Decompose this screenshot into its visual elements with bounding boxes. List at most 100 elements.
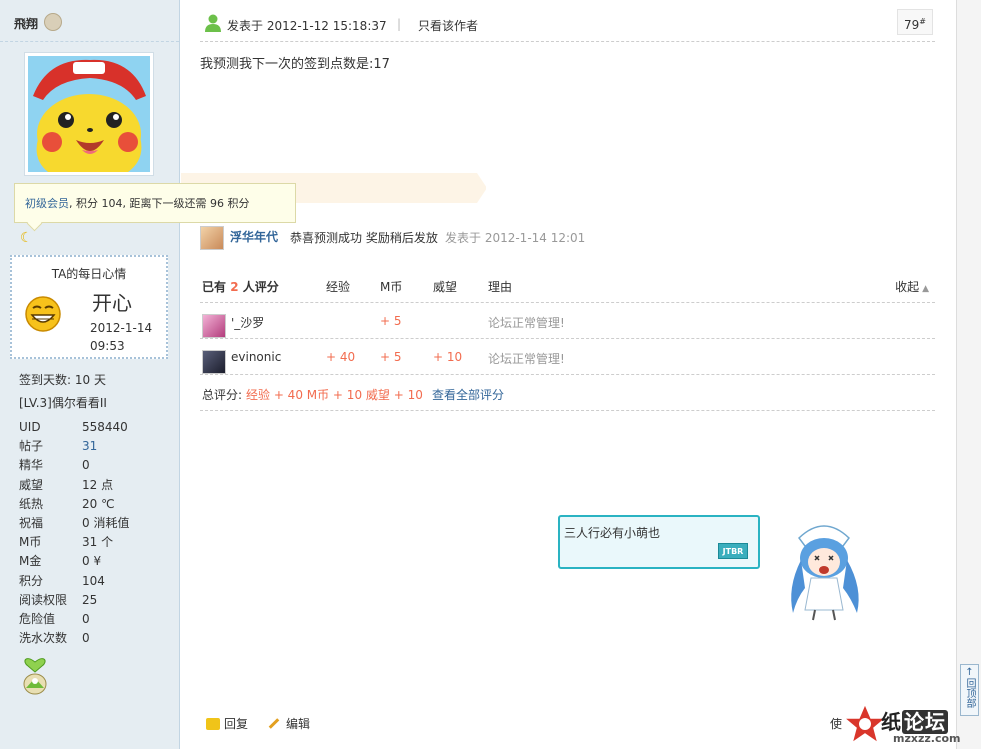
stat-key: 积分 [19, 573, 44, 588]
stat-key: 危险值 [19, 611, 56, 626]
rating-row: evinonic + 40 + 5 + 10 论坛正常管理! [200, 339, 935, 375]
rater-avatar[interactable] [202, 350, 226, 374]
level-name[interactable]: 初级会员 [25, 197, 69, 210]
use-link[interactable]: 使 [830, 715, 842, 732]
posts-count-link[interactable]: 31 [82, 437, 97, 456]
reply-icon [206, 718, 220, 730]
watermark-logo-a: 纸 [881, 710, 902, 734]
stat-value: 0 [82, 631, 90, 646]
post-footer: 回复 编辑 使 [200, 705, 935, 745]
rating-count: 2 [230, 280, 239, 294]
user-sidebar: 飛翔 初级会员, 积分 104, 距离下一级还需 96 积分 ☾ TA的每日心情 [0, 0, 296, 749]
stat-value: 0 [82, 611, 90, 626]
user-stats: UID 558440 帖子 31 精华 0 威望 12 点 纸热 20 ℃ 祝福 0 消耗值… [19, 418, 169, 648]
rate-prestige: + 10 [433, 350, 463, 364]
rate-reason: 论坛正常管理! [488, 316, 565, 330]
stat-value: 12 点 [82, 477, 114, 492]
smiley-face-icon [25, 296, 61, 332]
avatar[interactable] [24, 52, 154, 176]
stat-value: 25 [82, 592, 98, 607]
stat-key: M币 [19, 535, 42, 550]
reply-label: 回复 [224, 717, 249, 731]
daily-mood-box: TA的每日心情 开心 2012-1-14 09:53 [10, 255, 168, 359]
rating-total-row: 总评分: 经验 + 40 M币 + 10 威望 + 10 查看全部评分 [200, 375, 935, 411]
medal-icon [44, 13, 62, 31]
comment-author-link[interactable]: 浮华年代 [230, 228, 278, 245]
col-exp: 经验 [326, 280, 351, 294]
collapse-link[interactable]: 收起 ▲ [895, 278, 929, 295]
post-header: 发表于 2012-1-12 15:18:37 | 只看该作者 79# [200, 0, 935, 42]
stat-row: 精华 0 [19, 456, 169, 475]
comment-timestamp: 发表于 2012-1-14 12:01 [445, 231, 586, 245]
rater-avatar[interactable] [202, 314, 226, 338]
stat-key: 纸热 [19, 496, 44, 511]
signature-stamp: JTBR [718, 543, 748, 559]
stat-key: 洗水次数 [19, 631, 68, 646]
stat-row: 纸热 20 ℃ [19, 495, 169, 514]
comment-avatar[interactable] [200, 226, 224, 250]
heart-badge-icon[interactable] [20, 648, 50, 696]
level-progress-text: , 积分 104, 距离下一级还需 96 积分 [69, 197, 250, 210]
rating-table: 已有 2 人评分 经验 M币 威望 理由 收起 ▲ '_沙罗 + 5 论坛正常管理… [200, 267, 935, 411]
watermark-logo-b: 论坛 [902, 710, 948, 734]
sign-days: 签到天数: 10 天 [19, 373, 106, 387]
rate-exp: + 40 [326, 350, 356, 364]
rater-name[interactable]: evinonic [231, 350, 281, 364]
mood-text: 开心 [92, 291, 132, 315]
stat-value: 0 ¥ [82, 554, 102, 569]
comment-text: 恭喜预测成功 奖励稍后发放 [290, 231, 438, 245]
mood-clock: 09:53 [90, 339, 125, 353]
post-area: 发表于 2012-1-12 15:18:37 | 只看该作者 79# 我预测我下… [181, 0, 956, 749]
stat-row: 危险值 0 [19, 610, 169, 629]
stat-value: 558440 [82, 420, 128, 434]
stat-row: 威望 12 点 [19, 476, 169, 495]
rating-title-post: 人评分 [238, 280, 279, 294]
moon-icon: ☾ [20, 230, 33, 246]
pikachu-avatar-image [28, 56, 150, 172]
stat-value: 104 [82, 573, 105, 588]
stat-key: 帖子 [19, 439, 44, 454]
level-tooltip: 初级会员, 积分 104, 距离下一级还需 96 积分 [14, 183, 296, 223]
mood-date: 2012-1-14 [90, 321, 153, 335]
username-link[interactable]: 飛翔 [14, 15, 38, 32]
rate-mcoin: + 5 [380, 350, 402, 364]
stat-row: UID 558440 [19, 418, 169, 437]
stat-key: 祝福 [19, 515, 44, 530]
signature-text: 三人行必有小萌也 [564, 526, 661, 540]
col-mcoin: M币 [380, 280, 403, 294]
mood-title: TA的每日心情 [51, 267, 127, 281]
stat-value: 20 ℃ [82, 496, 115, 511]
rating-title: 已有 2 人评分 [202, 278, 279, 295]
stat-key: 威望 [19, 477, 44, 492]
mood-timestamp: 2012-1-14 09:53 [90, 319, 160, 355]
stat-key: UID [19, 420, 41, 434]
stat-row: 积分 104 [19, 572, 169, 591]
view-all-ratings-link[interactable]: 查看全部评分 [432, 386, 504, 403]
rating-header-row: 已有 2 人评分 经验 M币 威望 理由 收起 ▲ [200, 267, 935, 303]
divider: | [397, 17, 402, 31]
rater-name[interactable]: '_沙罗 [231, 314, 264, 331]
post-content: 我预测我下一次的签到点数是:17 [200, 57, 390, 72]
watermark-url: mzxzz.com [893, 732, 961, 745]
collapse-label: 收起 [895, 280, 920, 294]
reply-button[interactable]: 回复 [206, 715, 248, 732]
stat-key: 精华 [19, 458, 44, 473]
squid-girl-image [791, 525, 859, 621]
watermark-logo-text: 纸论坛 [881, 706, 948, 735]
stat-value: 31 个 [82, 535, 114, 550]
total-values: 经验 + 40 M币 + 10 威望 + 10 [246, 388, 423, 402]
level-title: [LV.3]偶尔看看II [19, 396, 107, 410]
post-timestamp: 发表于 2012-1-12 15:18:37 [227, 19, 387, 33]
stat-key: 阅读权限 [19, 592, 68, 607]
edit-button[interactable]: 编辑 [268, 715, 310, 732]
stat-key: M金 [19, 554, 42, 569]
rate-reason: 论坛正常管理! [488, 352, 565, 366]
only-author-link[interactable]: 只看该作者 [418, 17, 478, 34]
page-scroll-edge [956, 0, 981, 749]
rating-row: '_沙罗 + 5 论坛正常管理! [200, 303, 935, 339]
arrow-up-icon: ↑ [965, 667, 974, 678]
stat-value: 0 消耗值 [82, 515, 130, 530]
floor-value: 79 [904, 18, 920, 32]
stat-row: 祝福 0 消耗值 [19, 514, 169, 533]
floor-number[interactable]: 79# [897, 9, 933, 35]
